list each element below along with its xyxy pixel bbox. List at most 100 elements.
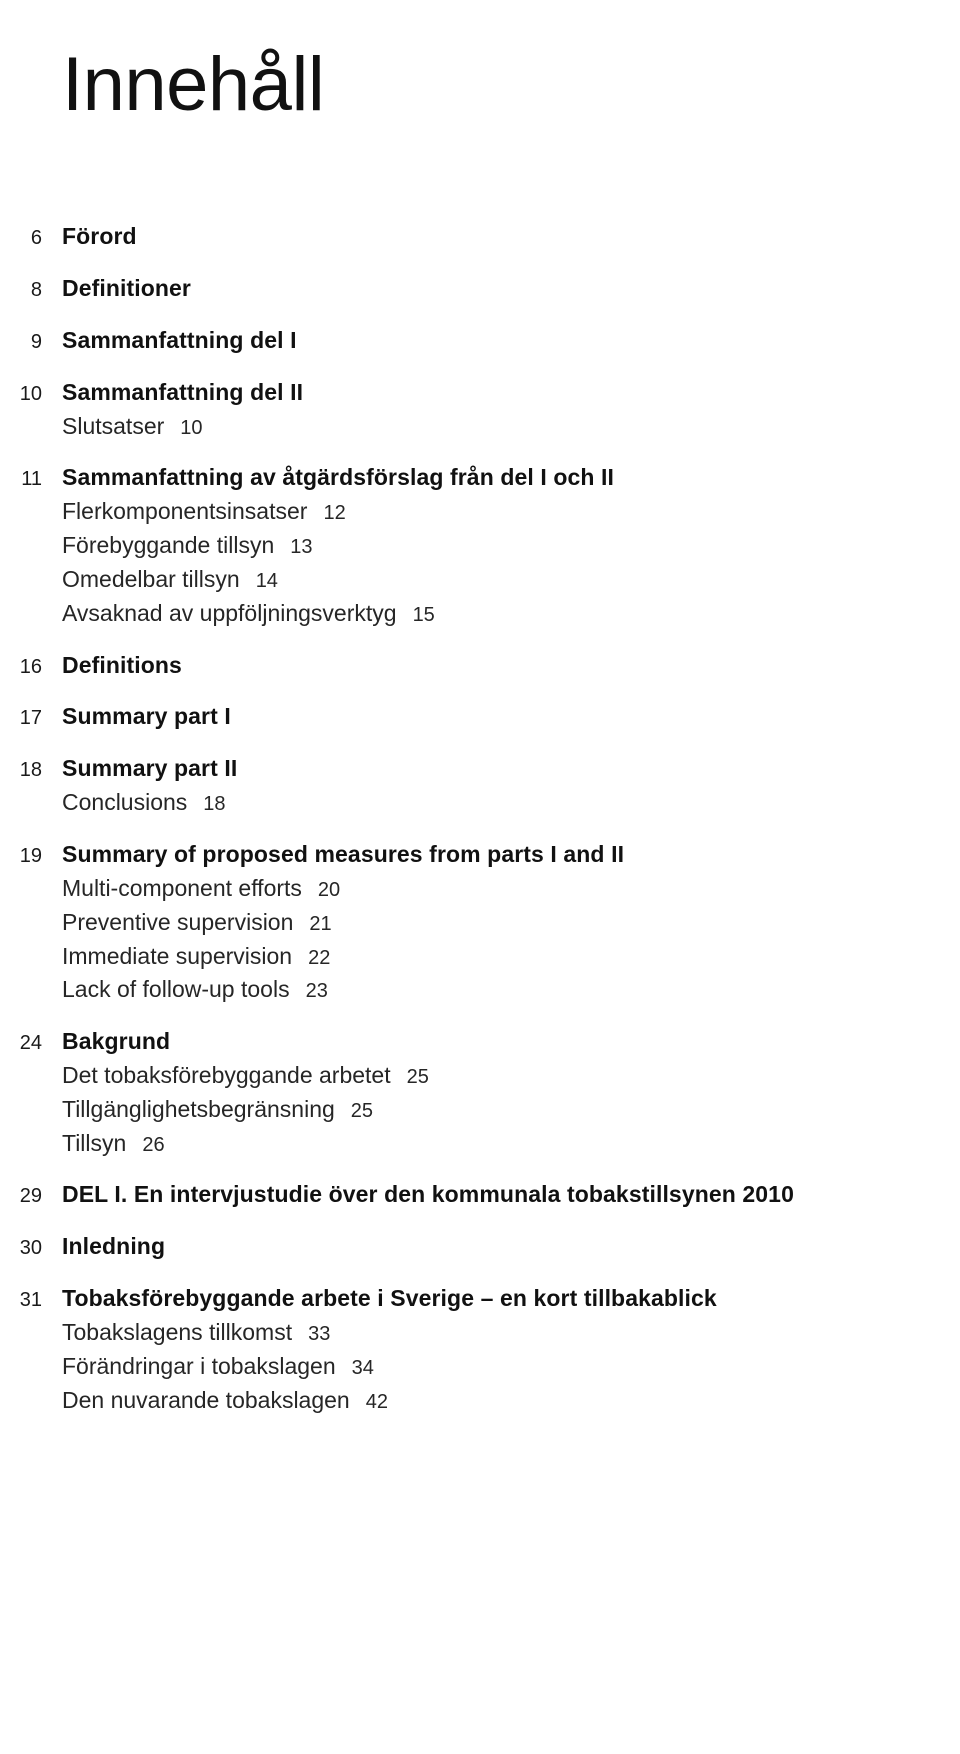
toc-group: 18 Summary part II Conclusions 18 [0,754,960,818]
toc-entry-main[interactable]: 17 Summary part I [0,702,960,732]
toc-entry-sub[interactable]: Tillgänglighetsbegränsning 25 [0,1094,960,1125]
toc-subentry-label: Omedelbar tillsyn [62,565,240,592]
toc-entry-sub[interactable]: Omedelbar tillsyn 14 [0,564,960,595]
toc-subentry-page-number: 13 [290,536,313,559]
toc-entry-label: Definitions [62,651,182,678]
toc-entry-page-number: 31 [19,1289,42,1312]
toc-subentry-label: Förebyggande tillsyn [62,532,275,559]
toc-entry-label: Inledning [62,1233,166,1260]
toc-entry-label: Summary of proposed measures from parts … [62,841,625,867]
toc-subentry-page-number: 34 [351,1356,374,1379]
toc-entry-sub[interactable]: Conclusions 18 [0,787,960,818]
toc-entry-label: Sammanfattning del I [62,326,297,353]
toc-subentry-page-number: 33 [308,1323,331,1346]
toc-entry-sub[interactable]: Immediate supervision 22 [0,941,960,972]
toc-entry-sub[interactable]: Det tobaksförebyggande arbetet 25 [0,1060,960,1091]
toc-entry-main[interactable]: 16 Definitions [0,651,960,681]
toc-subentry-page-number: 20 [317,878,341,901]
toc-group: 31 Tobaksförebyggande arbete i Sverige – … [0,1284,960,1415]
toc-subentry-label: Tillgänglighetsbegränsning [62,1095,335,1122]
toc-entry-sub[interactable]: Flerkomponentsinsatser 12 [0,496,960,527]
toc-entry-label: DEL I. En intervjustudie över den kommun… [62,1181,794,1208]
toc-subentry-page-number: 15 [412,603,435,626]
toc-entry-label: Bakgrund [62,1028,171,1055]
toc-entry-main[interactable]: 8 Definitioner [0,274,960,304]
toc-entry-sub[interactable]: Tobakslagens tillkomst 33 [0,1317,960,1348]
toc-entry-main[interactable]: 29 DEL I. En intervjustudie över den komm… [0,1180,960,1210]
toc-subentry-label: Den nuvarande tobakslagen [62,1386,350,1413]
toc-subentry-label: Conclusions [62,789,188,816]
toc-entry-label: Summary part II [62,755,238,782]
toc-subentry-page-number: 22 [308,946,331,969]
toc-entry-main[interactable]: 19 Summary of proposed measures from part… [0,840,960,870]
toc-entry-main[interactable]: 6 Förord [0,222,960,252]
toc-subentry-label: Avsaknad av uppföljningsverktyg [62,599,397,626]
toc-group: 24 Bakgrund Det tobaksförebyggande arbetet… [0,1027,960,1158]
toc-subentry-label: Immediate supervision [62,942,293,969]
toc-entry-page-number: 10 [19,382,42,405]
toc-entry-label: Sammanfattning del II [62,378,304,405]
toc-subentry-label: Det tobaksförebyggande arbetet [62,1062,391,1089]
toc-entry-label: Sammanfattning av åtgärdsförslag från de… [62,464,615,491]
toc-entry-main[interactable]: 9 Sammanfattning del I [0,326,960,356]
toc-entry-page-number: 16 [19,655,42,678]
toc-group: 19 Summary of proposed measures from part… [0,840,960,1005]
toc-entry-sub[interactable]: Förändringar i tobakslagen 34 [0,1351,960,1382]
toc-subentry-label: Tobakslagens tillkomst [62,1319,293,1346]
toc-group: 10 Sammanfattning del II Slutsatser 10 [0,378,960,442]
toc-entry-page-number: 11 [21,468,42,491]
toc-subentry-label: Slutsatser [62,412,165,439]
toc-group: 11 Sammanfattning av åtgärdsförslag från … [0,463,960,628]
toc-entry-label: Definitioner [62,274,191,301]
toc-entry-page-number: 8 [30,278,42,301]
toc-subentry-page-number: 25 [406,1066,429,1089]
toc-entry-page-number: 9 [30,330,42,353]
toc-subentry-page-number: 25 [350,1099,374,1122]
toc-subentry-page-number: 18 [203,793,226,816]
toc-entry-page-number: 17 [19,707,42,730]
page-title: Innehåll [62,41,325,127]
toc-subentry-label: Tillsyn [62,1129,127,1156]
toc-subentry-page-number: 26 [142,1133,165,1156]
toc-entry-sub[interactable]: Förebyggande tillsyn 13 [0,530,960,561]
toc-entry-page-number: 29 [19,1185,42,1208]
toc-subentry-label: Flerkomponentsinsatser [62,498,308,525]
toc-group: 29 DEL I. En intervjustudie över den komm… [0,1180,960,1210]
toc-subentry-label: Preventive supervision [62,908,294,935]
toc-entry-sub[interactable]: Tillsyn 26 [0,1128,960,1159]
toc-entry-sub[interactable]: Multi-component efforts 20 [0,873,960,904]
toc-group: 9 Sammanfattning del I [0,326,960,356]
toc-entry-main[interactable]: 10 Sammanfattning del II [0,378,960,408]
toc-entry-main[interactable]: 11 Sammanfattning av åtgärdsförslag från … [0,463,960,493]
toc-subentry-label: Lack of follow-up tools [62,976,290,1003]
toc-subentry-page-number: 21 [309,912,332,935]
toc-group: 17 Summary part I [0,702,960,732]
toc-entry-main[interactable]: 30 Inledning [0,1232,960,1262]
toc-subentry-label: Förändringar i tobakslagen [62,1352,336,1379]
toc-entry-label: Tobaksförebyggande arbete i Sverige – en… [62,1285,717,1312]
toc-subentry-label: Multi-component efforts [62,874,302,901]
toc-entry-main[interactable]: 18 Summary part II [0,754,960,784]
toc-entry-sub[interactable]: Avsaknad av uppföljningsverktyg 15 [0,598,960,629]
toc-entry-sub[interactable]: Preventive supervision 21 [0,907,960,938]
toc-subentry-page-number: 10 [180,416,203,439]
toc-entry-main[interactable]: 24 Bakgrund [0,1027,960,1057]
toc-group: 8 Definitioner [0,274,960,304]
toc-entry-sub[interactable]: Den nuvarande tobakslagen 42 [0,1385,960,1416]
toc-entry-page-number: 19 [19,845,42,867]
toc-entry-label: Summary part I [62,703,231,730]
document-page: Innehåll 6 Förord 8 Definitioner 9 Sammanfatt… [0,0,960,1754]
toc-entry-sub[interactable]: Lack of follow-up tools 23 [0,974,960,1005]
toc-group: 30 Inledning [0,1232,960,1262]
toc-entry-page-number: 24 [19,1032,42,1055]
toc-subentry-page-number: 12 [323,502,346,525]
toc-subentry-page-number: 42 [365,1390,388,1413]
toc-entry-main[interactable]: 31 Tobaksförebyggande arbete i Sverige – … [0,1284,960,1314]
toc-group: 6 Förord [0,222,960,252]
toc-entry-label: Förord [62,223,137,249]
toc-group: 16 Definitions [0,651,960,681]
toc-entry-sub[interactable]: Slutsatser 10 [0,411,960,442]
toc-entry-page-number: 6 [30,227,42,249]
toc-subentry-page-number: 23 [305,980,328,1003]
toc-entry-page-number: 18 [19,759,42,782]
